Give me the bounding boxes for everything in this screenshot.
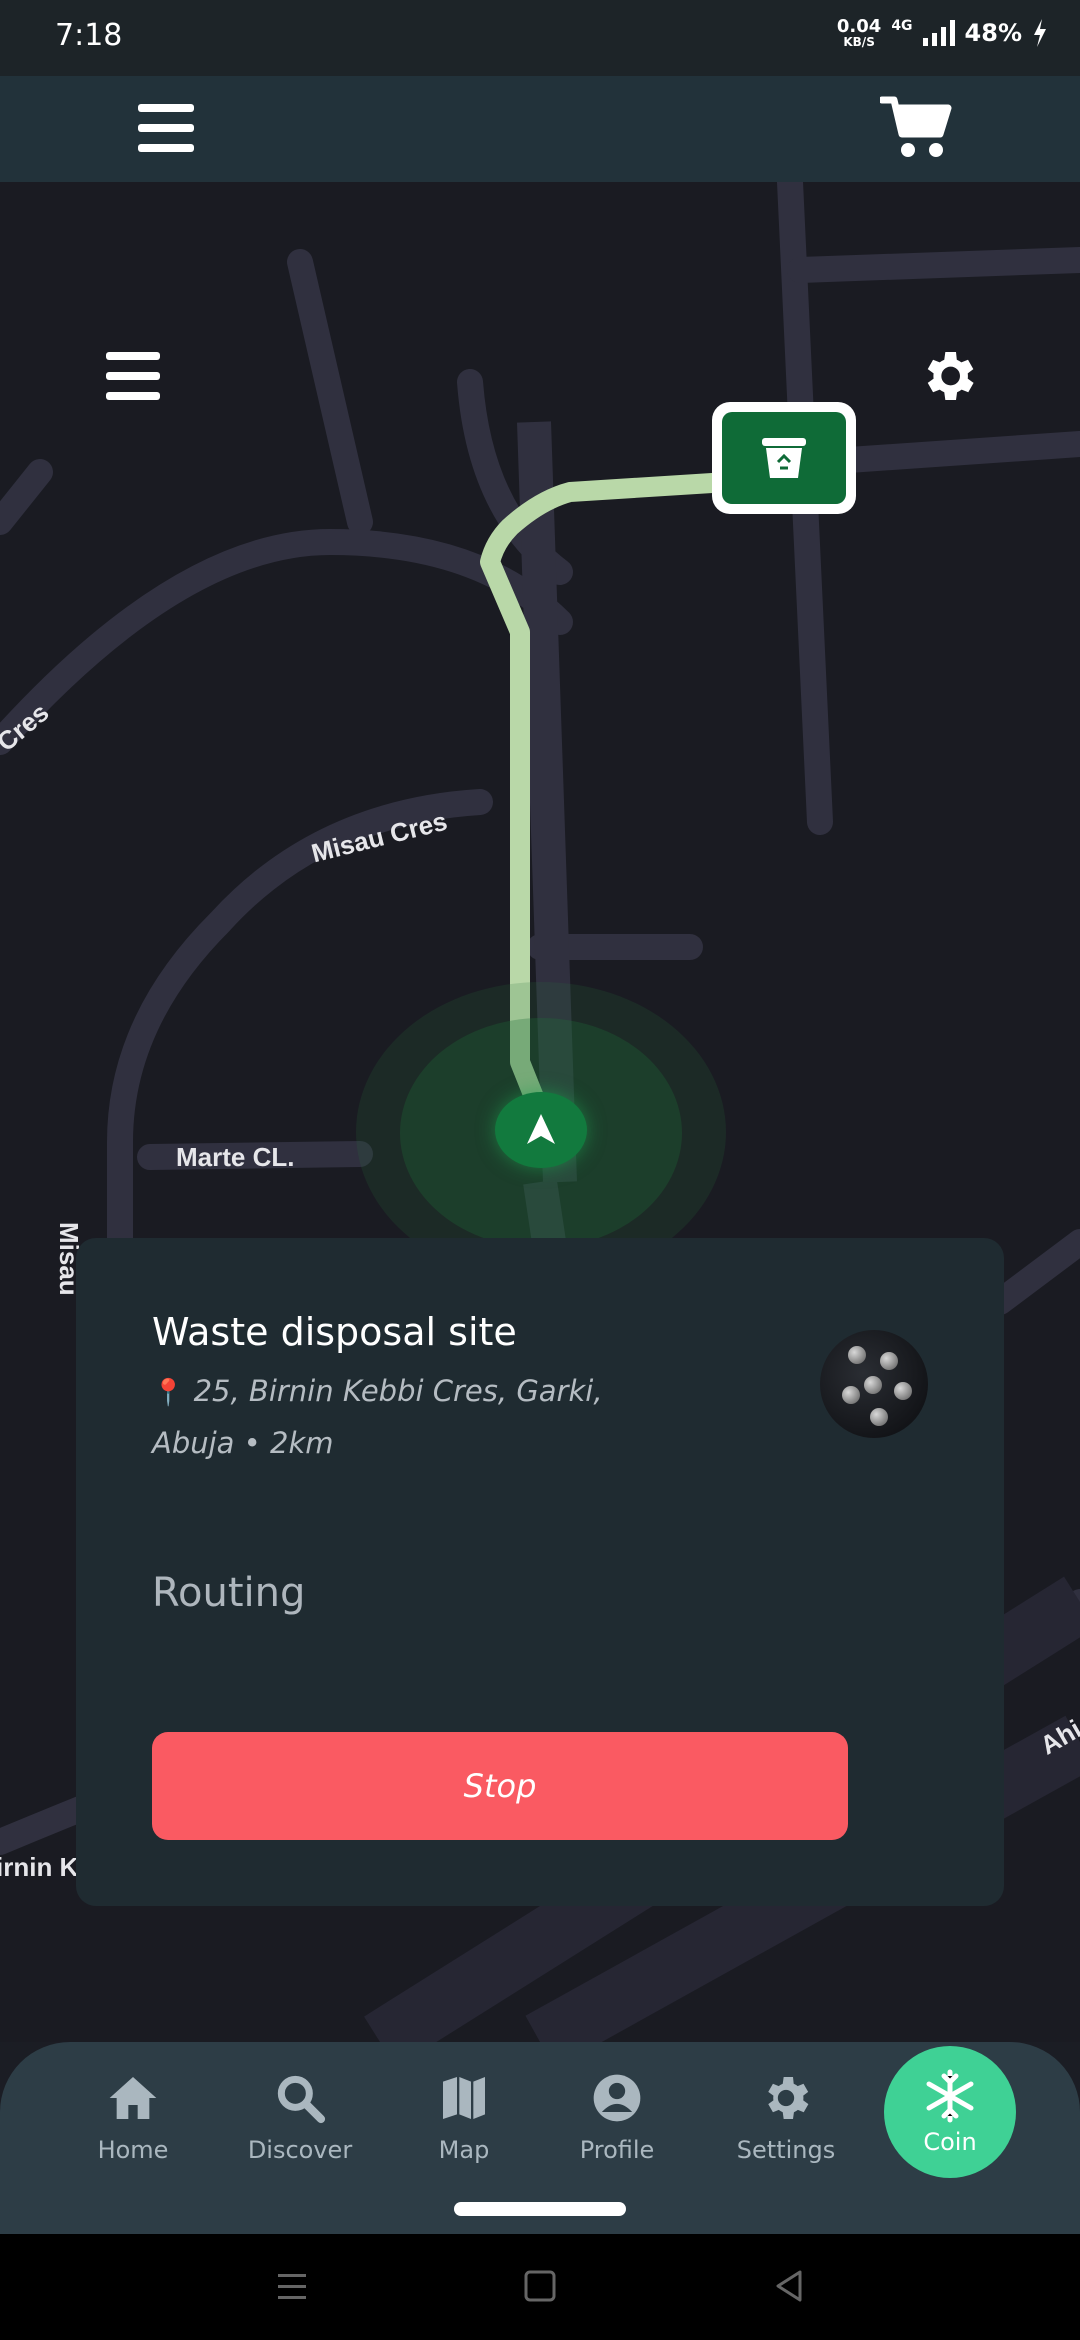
recent-apps-icon[interactable] — [270, 2264, 314, 2308]
gear-icon — [768, 2077, 809, 2119]
status-time: 7:18 — [55, 18, 123, 53]
snowflake-icon — [926, 2069, 974, 2123]
system-navigation-bar — [0, 2234, 1080, 2340]
nav-item-map[interactable]: Map — [394, 2070, 534, 2164]
menu-icon[interactable] — [138, 102, 194, 154]
destination-title: Waste disposal site — [152, 1310, 517, 1354]
routing-status: Routing — [152, 1570, 306, 1616]
street-label: Marte CL. — [176, 1142, 295, 1172]
map-settings-icon[interactable] — [916, 344, 980, 408]
navigation-arrow-icon — [527, 1114, 555, 1144]
search-icon — [277, 2075, 326, 2124]
status-bar: 7:18 0.04 KB/S 4G 48% — [0, 0, 1080, 76]
destination-card: Waste disposal site 📍 25, Birnin Kebbi C… — [76, 1238, 1004, 1906]
waste-bin-marker[interactable] — [712, 402, 856, 514]
network-type: 4G — [891, 18, 913, 34]
nav-item-profile[interactable]: Profile — [547, 2070, 687, 2164]
nav-item-home[interactable]: Home — [63, 2070, 203, 2164]
destination-address: 📍 25, Birnin Kebbi Cres, Garki, Abuja • … — [152, 1374, 603, 1460]
location-pin-icon: 📍 — [152, 1378, 185, 1408]
street-label: irnin K — [0, 1852, 79, 1882]
recycle-bin-icon — [762, 438, 806, 478]
map-icon — [443, 2077, 485, 2119]
app-bar — [0, 76, 1080, 182]
stop-button[interactable]: Stop — [152, 1732, 848, 1840]
charging-icon — [1034, 19, 1046, 47]
profile-icon — [593, 2074, 641, 2122]
coin-button[interactable]: Coin — [884, 2046, 1016, 2178]
signal-icon — [922, 20, 955, 46]
site-thumbnail — [820, 1330, 928, 1438]
home-icon — [109, 2077, 157, 2119]
status-icons: 0.04 KB/S 4G 48% — [837, 18, 1048, 48]
current-location-marker — [495, 1092, 587, 1168]
bottom-navigation: Home Discover Map Profile Settings Coin — [0, 2042, 1080, 2234]
map-menu-icon[interactable] — [106, 352, 160, 400]
home-square-icon[interactable] — [518, 2264, 562, 2308]
network-speed: 0.04 KB/S — [836, 16, 882, 49]
back-icon[interactable] — [768, 2264, 812, 2308]
nav-item-settings[interactable]: Settings — [716, 2070, 856, 2164]
home-indicator[interactable] — [454, 2202, 626, 2216]
nav-item-discover[interactable]: Discover — [230, 2070, 370, 2164]
cart-icon[interactable] — [880, 94, 952, 160]
battery-percentage: 48% — [964, 19, 1022, 47]
